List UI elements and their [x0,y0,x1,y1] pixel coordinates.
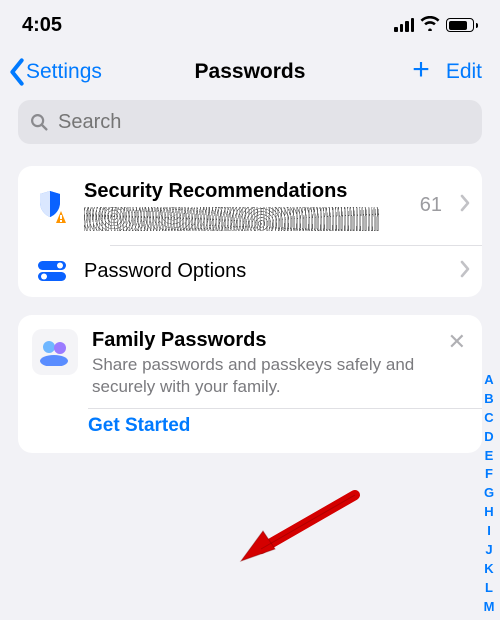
password-options-row[interactable]: Password Options [18,245,482,297]
index-letter[interactable]: A [481,372,497,389]
status-bar: 4:05 [0,0,500,40]
index-letter[interactable]: J [481,542,497,559]
security-recommendations-count: 61 [420,194,442,217]
status-icons [394,15,478,36]
index-letter[interactable]: H [481,504,497,521]
add-button[interactable]: + [412,60,430,80]
index-letter[interactable]: B [481,391,497,408]
security-recommendations-row[interactable]: Security Recommendations 61 [18,166,482,245]
redacted-subtitle [84,207,380,231]
back-button[interactable]: Settings [8,58,102,86]
security-recommendations-title: Security Recommendations [84,180,406,203]
toggle-icon [34,259,70,283]
index-letter[interactable]: I [481,523,497,540]
family-desc: Share passwords and passkeys safely and … [92,354,426,398]
wifi-icon [420,15,440,36]
index-letter[interactable]: M [481,599,497,616]
get-started-button[interactable]: Get Started [18,409,482,453]
edit-button[interactable]: Edit [446,60,482,84]
family-passwords-card: Family Passwords Share passwords and pas… [18,315,482,453]
family-icon [32,329,78,375]
chevron-left-icon [8,58,26,86]
nav-bar: Settings Passwords + Edit [0,40,500,96]
page-title: Passwords [195,60,306,84]
family-title: Family Passwords [92,329,426,352]
annotation-arrow [237,489,367,579]
chevron-right-icon [460,260,470,283]
index-letter[interactable]: F [481,466,497,483]
back-label: Settings [26,60,102,84]
index-letter[interactable]: C [481,410,497,427]
battery-icon [446,18,478,32]
cellular-icon [394,18,414,32]
alphabet-index[interactable]: ABCDEFGHIJKLMN [481,372,497,620]
search-field[interactable] [18,100,482,144]
close-button[interactable]: ✕ [444,329,470,355]
index-letter[interactable]: D [481,429,497,446]
status-time: 4:05 [22,14,62,37]
index-letter[interactable]: E [481,448,497,465]
index-letter[interactable]: G [481,485,497,502]
section-main: Security Recommendations 61 Password Opt… [18,166,482,297]
index-letter[interactable]: L [481,580,497,597]
index-letter[interactable]: K [481,561,497,578]
search-input[interactable] [56,110,472,135]
password-options-title: Password Options [84,260,446,283]
shield-warning-icon [34,189,70,223]
search-icon [28,111,50,133]
chevron-right-icon [460,194,470,217]
